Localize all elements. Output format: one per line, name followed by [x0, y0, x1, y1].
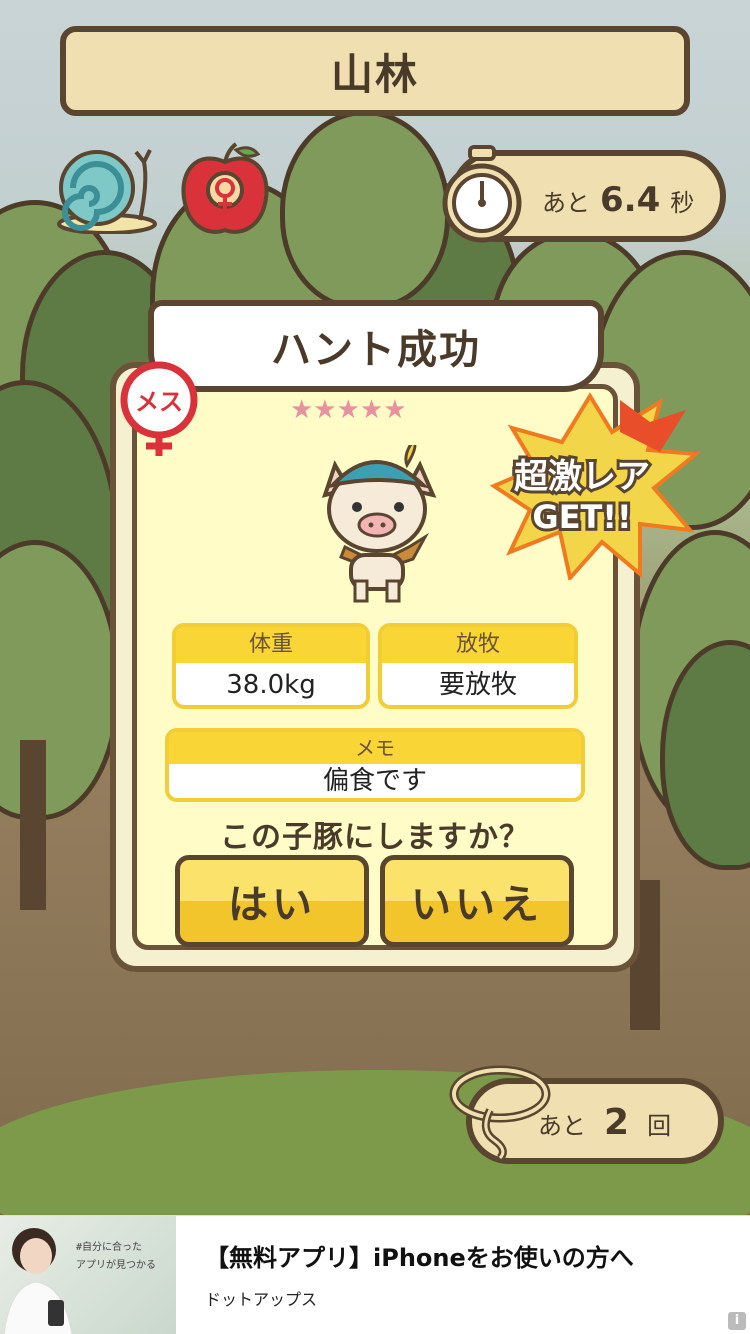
timer-prefix: あと	[542, 189, 590, 217]
tree	[280, 110, 450, 310]
yes-button[interactable]: はい	[175, 855, 369, 947]
no-button[interactable]: いいえ	[380, 855, 574, 947]
yes-button-label: はい	[228, 882, 316, 928]
weight-label: 体重	[176, 627, 366, 663]
ranch-value: 要放牧	[438, 670, 517, 700]
lasso-rope-icon	[449, 1065, 551, 1160]
memo-label: メモ	[169, 732, 581, 764]
rare-badge-line2: GET!!	[532, 498, 631, 536]
female-gender-icon: メス	[120, 361, 198, 456]
no-button-label: いいえ	[411, 882, 543, 928]
ad-image-copy-line1: #自分に合った	[76, 1242, 143, 1253]
confirm-question: この子豚にしますか？	[220, 820, 530, 855]
rarity-stars: ★★★★★	[290, 395, 407, 425]
tree-trunk	[20, 740, 46, 910]
ad-image-copy-line2: アプリが見つかる	[76, 1260, 156, 1271]
female-apple-icon[interactable]	[178, 140, 272, 238]
ad-advertiser: ドットアップス	[205, 1290, 318, 1309]
ad-image[interactable]: #自分に合った アプリが見つかる	[0, 1216, 176, 1334]
ad-banner[interactable]: #自分に合った アプリが見つかる 【無料アプリ】iPhoneをお使いの方へ ドッ…	[0, 1215, 750, 1334]
ad-title[interactable]: 【無料アプリ】iPhoneをお使いの方へ	[205, 1238, 634, 1273]
memo-stat: メモ 偏食です	[165, 728, 585, 802]
remaining-suffix: 回	[647, 1112, 672, 1140]
snail-icon[interactable]	[52, 142, 162, 234]
weight-stat: 体重 38.0kg	[172, 623, 370, 709]
rare-badge-line1: 超激レア	[514, 457, 650, 497]
gender-label: メス	[135, 388, 183, 416]
ranch-label: 放牧	[382, 627, 574, 663]
weight-value: 38.0kg	[226, 670, 316, 700]
dialog-title: ハント成功	[271, 327, 481, 373]
location-title: 山林	[330, 49, 419, 99]
timer-suffix: 秒	[670, 189, 695, 217]
memo-value: 偏食です	[322, 766, 427, 796]
ranch-stat: 放牧 要放牧	[378, 623, 578, 709]
stopwatch-icon	[442, 145, 522, 243]
super-rare-badge: 超激レア GET!!	[490, 392, 700, 580]
timer-value: 6.4	[600, 180, 661, 220]
dialog-title-banner: ハント成功	[148, 300, 604, 392]
remaining-value: 2	[604, 1102, 630, 1143]
ad-info-icon[interactable]: i	[728, 1312, 746, 1330]
location-title-plank: 山林	[60, 26, 690, 116]
piglet-character	[321, 445, 437, 603]
ad-person-illustration	[3, 1228, 73, 1334]
